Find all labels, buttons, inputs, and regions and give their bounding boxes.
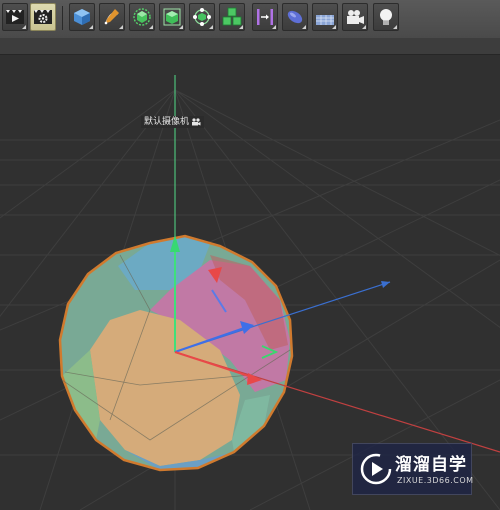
viewport-scene: [0, 55, 500, 510]
watermark-title: 溜溜自学: [395, 455, 467, 475]
scene-object-button[interactable]: [282, 3, 308, 31]
watermark-logo-icon: [360, 453, 392, 485]
extrude-button[interactable]: [159, 3, 185, 31]
render-settings-button[interactable]: [30, 3, 56, 31]
camera-label-icon: [192, 117, 201, 125]
viewport-menu-bar: [0, 38, 500, 55]
subdivision-button[interactable]: [129, 3, 155, 31]
main-toolbar: [0, 0, 500, 39]
watermark-subtitle: ZIXUE.3D66.COM: [397, 476, 474, 485]
render-view-button[interactable]: [2, 3, 28, 31]
array-button[interactable]: [219, 3, 245, 31]
cloner-button[interactable]: [189, 3, 215, 31]
camera-button[interactable]: [342, 3, 368, 31]
watermark: 溜溜自学 ZIXUE.3D66.COM: [352, 443, 474, 495]
render-settings-icon: [34, 10, 52, 24]
floor-button[interactable]: [312, 3, 338, 31]
cube-button[interactable]: [69, 3, 95, 31]
camera-label-text: 默认摄像机: [144, 117, 190, 127]
bend-button[interactable]: [252, 3, 278, 31]
light-button[interactable]: [373, 3, 399, 31]
perspective-viewport[interactable]: 默认摄像机: [0, 55, 500, 510]
camera-label: 默认摄像机: [141, 116, 205, 128]
pen-button[interactable]: [99, 3, 125, 31]
